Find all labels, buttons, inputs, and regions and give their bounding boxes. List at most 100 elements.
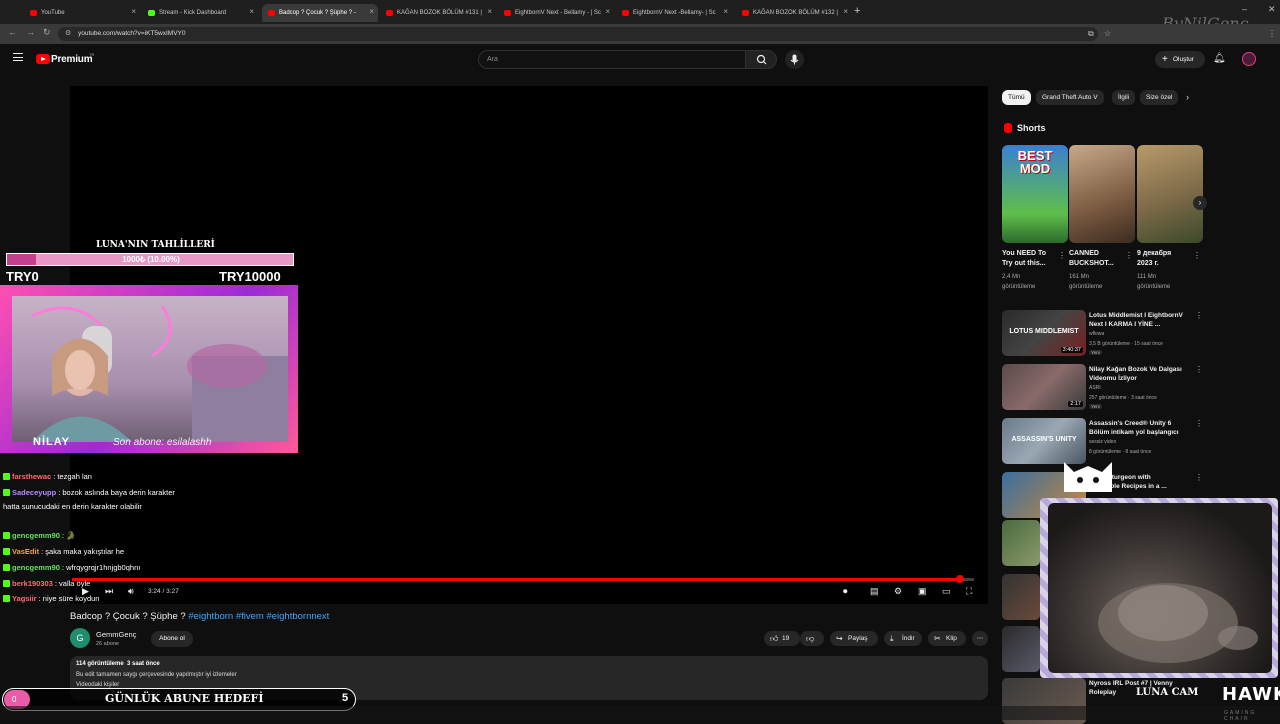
youtube-logo-icon[interactable] [36,54,50,64]
chat-username[interactable]: gencgemm90 [12,563,60,572]
short-views-count: 161 Mn [1069,274,1090,280]
chat-text: : tezgah lan [53,472,92,481]
browser-tab[interactable]: Badcop ? Çocuk ? Şüphe ? - × [262,4,378,22]
theater-mode-icon[interactable]: ▭ [942,586,951,597]
recommended-thumbnail[interactable] [1002,520,1040,566]
subscribe-button[interactable]: Abone ol [151,631,193,647]
fullscreen-icon[interactable]: ⛶ [966,586,972,597]
browser-tab[interactable]: YouTube × [24,4,140,22]
chips-next-icon[interactable]: › [1186,92,1189,102]
chat-text: : 🐊 [61,531,76,540]
miniplayer-icon[interactable]: ▣ [918,586,927,597]
search-input[interactable]: Ara [478,50,746,69]
video-progress-bar[interactable] [72,575,974,583]
browser-tab[interactable]: KAĞAN BOZOK BÖLÜM #131 | × [380,4,496,22]
tab-close-icon[interactable]: × [723,7,728,16]
browser-tab[interactable]: Stream - Kick Dashboard × [142,4,258,22]
chat-username[interactable]: gencgemm90 [12,531,60,540]
notifications-bell-icon[interactable]: 🔔︎ [1213,53,1226,64]
tab-title: KAĞAN BOZOK BÖLÜM #132 | [753,10,838,16]
kick-badge-icon [3,580,10,587]
short-title[interactable]: 9 декабря 2023 г. [1137,249,1197,269]
channel-avatar[interactable]: G [70,628,90,648]
short-more-icon[interactable]: ⋮ [1193,251,1201,260]
settings-gear-icon[interactable]: ⚙ [894,586,902,597]
minimize-icon[interactable]: – [1242,4,1247,14]
short-title[interactable]: CANNED BUCKSHOT... [1069,249,1129,269]
recommended-more-icon[interactable]: ⋮ [1195,419,1203,428]
video-hashtags[interactable]: #eightborn #fivem #eightbornnext [188,611,329,622]
chat-username[interactable]: VasEdit [12,547,39,556]
filter-chip[interactable]: Grand Theft Auto V [1036,90,1104,105]
short-more-icon[interactable]: ⋮ [1058,251,1066,260]
search-button[interactable] [745,50,777,69]
url-text: youtube.com/watch?v=iKT5wxIMVY0 [78,30,186,37]
recommended-title[interactable]: Nilay Kağan Bozok Ve Dalgası Videomu İzli… [1089,365,1189,383]
bookmark-star-icon[interactable]: ☆ [1104,29,1111,38]
recommended-title[interactable]: Lotus Middlemist I EightbornV Next I KARM… [1089,311,1189,329]
tab-favicon-icon [30,10,37,16]
close-window-icon[interactable]: ✕ [1268,4,1276,15]
browser-tab[interactable]: EightbornV Next - Bellamy - | Sc × [498,4,614,22]
recommended-more-icon[interactable]: ⋮ [1195,311,1203,320]
back-icon[interactable]: ← [8,27,17,37]
youtube-premium-brand[interactable]: Premium [51,54,93,65]
short-more-icon[interactable]: ⋮ [1125,251,1133,260]
filter-chip[interactable]: İlgili [1112,90,1136,105]
recommended-thumbnail-text: LOTUS MIDDLEMIST [1009,328,1079,335]
filter-chip[interactable]: Size özel [1140,90,1179,105]
chat-username[interactable]: berk190303 [12,579,53,588]
voice-search-button[interactable] [785,50,804,69]
more-actions-icon[interactable]: ⋯ [972,631,988,646]
short-title[interactable]: You NEED To Try out this... [1002,249,1062,269]
short-thumbnail[interactable] [1137,145,1203,243]
tab-close-icon[interactable]: × [843,7,848,16]
forward-icon[interactable]: → [26,27,35,37]
browser-tab[interactable]: KAĞAN BOZOK BÖLÜM #132 | × [736,4,852,22]
chat-username[interactable]: farsthewac [12,472,51,481]
clip-button[interactable]: ✂ Klip [928,631,966,646]
share-button[interactable]: ↪ Paylaş [830,631,878,646]
url-field[interactable]: ⚙ youtube.com/watch?v=iKT5wxIMVY0 [58,27,1098,41]
browser-menu-icon[interactable]: ⋮ [1268,29,1276,38]
shorts-next-icon[interactable]: › [1193,196,1207,210]
recommended-channel[interactable]: wflowa [1089,331,1104,337]
short-thumbnail[interactable]: BEST MOD [1002,145,1068,243]
short-thumbnail[interactable] [1069,145,1135,243]
download-button[interactable]: ⤓ İndir [884,631,922,646]
recommended-thumbnail[interactable]: LOTUS MIDDLEMIST 3:40:37 [1002,310,1086,356]
hamburger-menu-icon[interactable] [13,53,23,61]
chat-message: gencgemm90: wfrqygrqjr1hnjgb0qhnı [3,561,188,575]
tab-close-icon[interactable]: × [131,7,136,16]
create-button[interactable]: + Oluştur [1155,51,1205,68]
channel-name[interactable]: GemmGenç [96,630,136,639]
recommended-channel[interactable]: sessiz video [1089,439,1116,445]
recommended-more-icon[interactable]: ⋮ [1195,365,1203,374]
account-avatar[interactable] [1242,52,1256,66]
autoplay-toggle-icon[interactable]: ⏺ [843,586,848,597]
chat-username[interactable]: Yagsiir [12,594,37,603]
short-title-line-1: 9 декабря [1137,250,1172,257]
filter-chip[interactable]: Tümü [1002,90,1031,105]
search-icon [756,54,767,65]
subtitles-icon[interactable]: ▤ [870,586,879,597]
reload-icon[interactable]: ↻ [43,27,51,38]
install-app-icon[interactable]: ⧉ [1088,29,1094,39]
tab-close-icon[interactable]: × [605,7,610,16]
recommended-more-icon[interactable]: ⋮ [1195,473,1203,482]
recommended-thumbnail[interactable]: 2:17 [1002,364,1086,410]
recommended-title[interactable]: Assassin's Creed® Unity 6 Bölüm intikam y… [1089,419,1189,437]
tab-close-icon[interactable]: × [369,7,374,16]
site-info-icon[interactable]: ⚙ [65,27,71,41]
new-tab-button[interactable]: + [854,5,860,17]
chat-username[interactable]: Sadeceyupp [12,488,56,497]
recommended-thumbnail[interactable] [1002,626,1040,672]
like-button[interactable]: 👍︎ 19 [764,631,800,646]
recommended-thumbnail[interactable] [1002,574,1040,620]
kick-badge-icon [3,548,10,555]
browser-tab[interactable]: EightbornV Next -Bellamy- | Sc × [616,4,732,22]
tab-close-icon[interactable]: × [249,7,254,16]
recommended-channel[interactable]: ASRI [1089,385,1101,391]
tab-close-icon[interactable]: × [487,7,492,16]
dislike-button[interactable]: 👎︎ [800,631,824,646]
